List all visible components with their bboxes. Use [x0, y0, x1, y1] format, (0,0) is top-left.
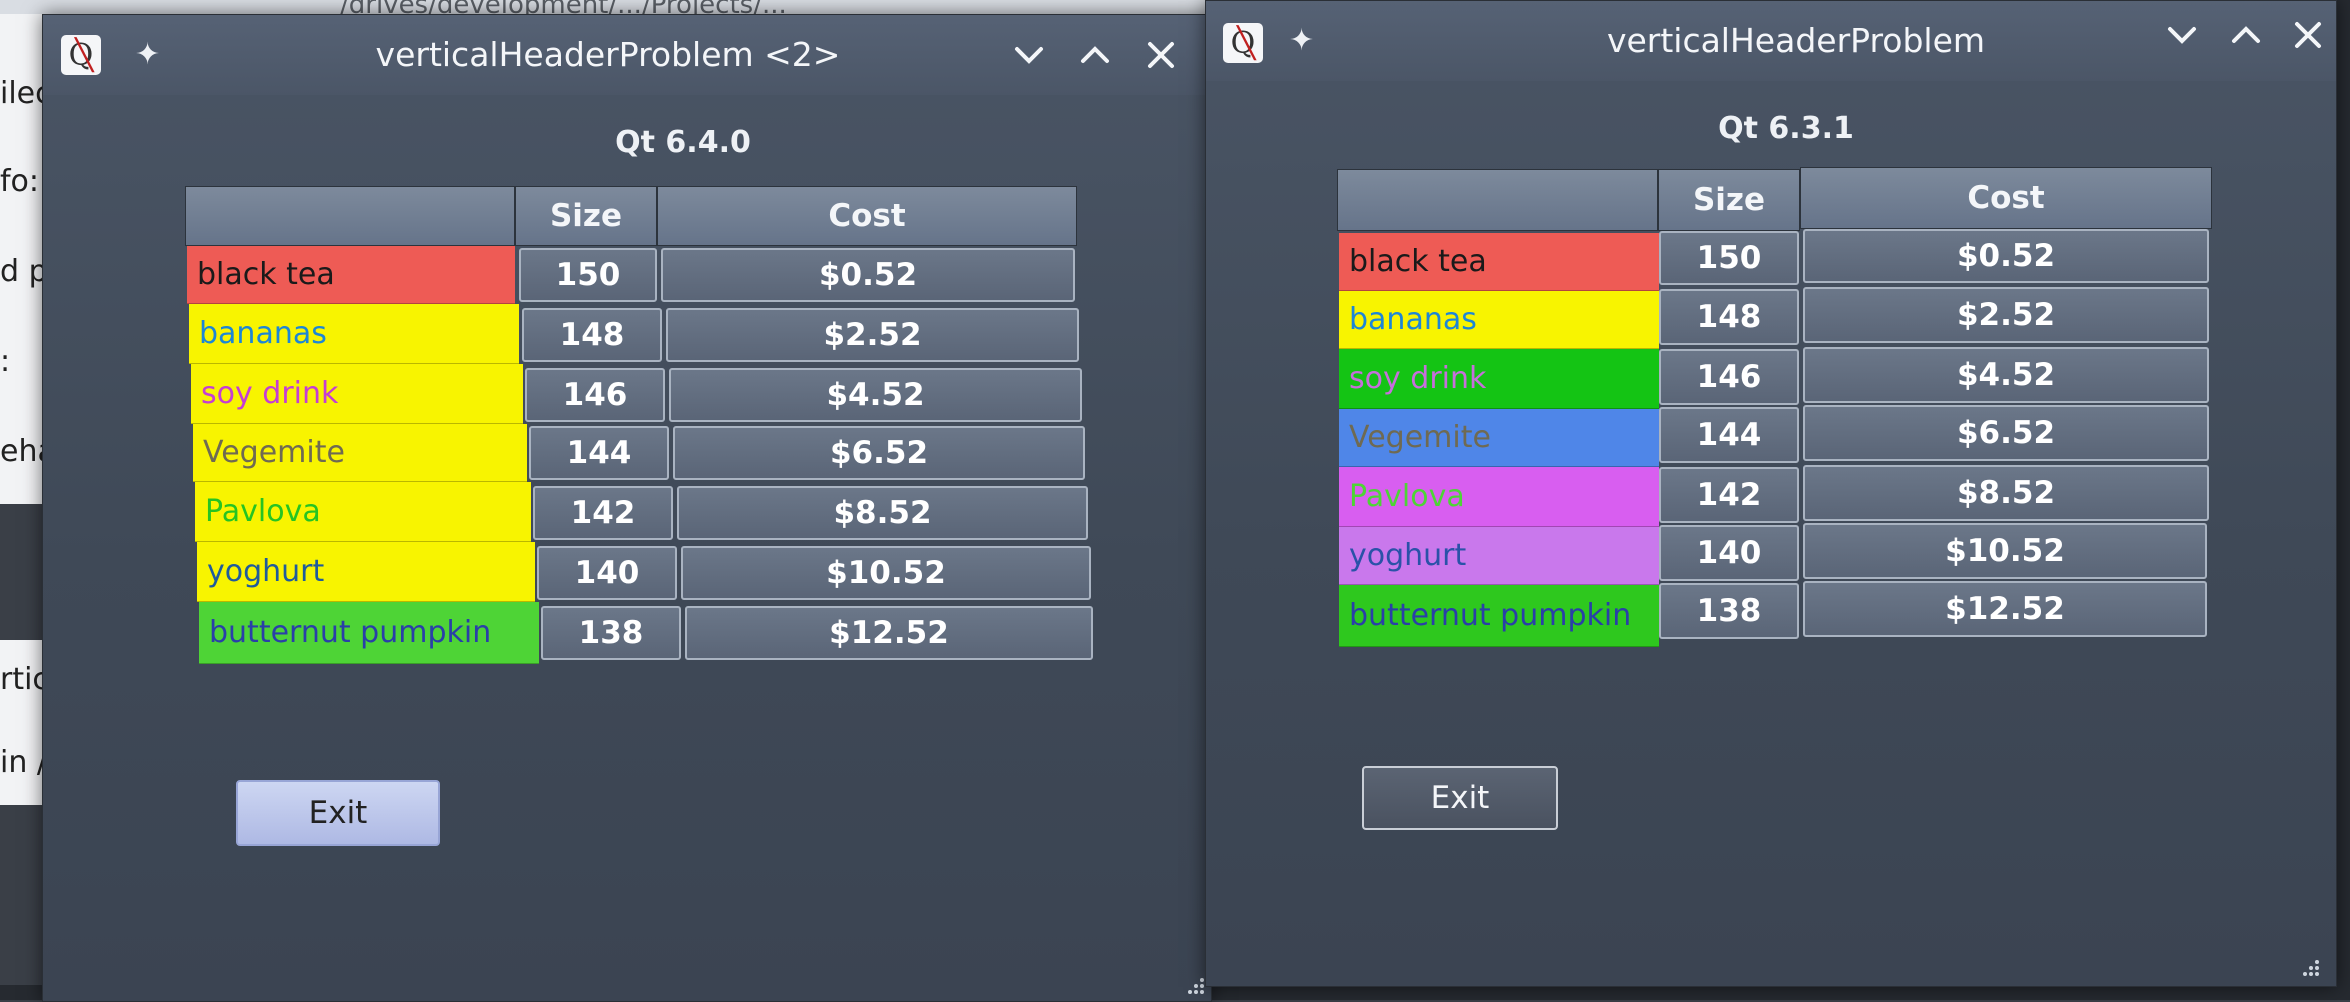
size-cell[interactable]: 146 [1659, 349, 1799, 405]
bg-text-4: : [0, 344, 11, 379]
row-header[interactable]: Vegemite [1339, 409, 1659, 467]
resize-grip-icon[interactable] [1183, 973, 1205, 995]
cost-cell[interactable]: $6.52 [1803, 405, 2209, 461]
cost-cell[interactable]: $12.52 [1803, 581, 2207, 637]
row-header[interactable]: yoghurt [197, 542, 535, 602]
header-cost[interactable]: Cost [1800, 167, 2212, 229]
cost-cell[interactable]: $8.52 [677, 486, 1088, 540]
minimize-icon[interactable] [1009, 35, 1049, 75]
row-header[interactable]: butternut pumpkin [199, 602, 539, 664]
row-header[interactable]: black tea [1339, 233, 1659, 291]
qt-version-label: Qt 6.4.0 [615, 125, 751, 160]
size-cell[interactable]: 142 [533, 486, 673, 540]
table-corner [1337, 169, 1658, 231]
bg-text-2: fo: [0, 164, 40, 199]
cost-cell[interactable]: $4.52 [1803, 347, 2209, 403]
window-title: verticalHeaderProblem <2> [375, 35, 841, 74]
size-cell[interactable]: 150 [519, 248, 657, 302]
row-header[interactable]: Vegemite [193, 424, 527, 482]
close-icon[interactable] [1141, 35, 1181, 75]
maximize-icon[interactable] [1075, 35, 1115, 75]
header-size[interactable]: Size [1658, 169, 1800, 231]
cost-cell[interactable]: $8.52 [1803, 465, 2209, 521]
size-cell[interactable]: 140 [537, 546, 677, 600]
exit-button[interactable]: Exit [236, 780, 440, 846]
size-cell[interactable]: 144 [529, 426, 669, 480]
row-header[interactable]: Pavlova [195, 482, 531, 542]
cost-cell[interactable]: $4.52 [669, 368, 1082, 422]
app-icon[interactable]: Q ╲ [61, 35, 101, 75]
cost-cell[interactable]: $0.52 [1803, 229, 2209, 283]
maximize-icon[interactable] [2226, 15, 2266, 55]
row-header[interactable]: butternut pumpkin [1339, 585, 1659, 647]
pin-icon[interactable]: ✦ [135, 37, 160, 72]
table-corner [185, 186, 515, 246]
header-cost[interactable]: Cost [657, 186, 1077, 246]
row-header[interactable]: soy drink [1339, 349, 1659, 409]
title-bar[interactable]: Q ╲ ✦ verticalHeaderProblem <2> [43, 15, 1211, 95]
size-cell[interactable]: 142 [1659, 467, 1799, 523]
cost-cell[interactable]: $2.52 [666, 308, 1079, 362]
size-cell[interactable]: 144 [1659, 407, 1799, 463]
close-icon[interactable] [2288, 15, 2328, 55]
minimize-icon[interactable] [2162, 15, 2202, 55]
title-bar[interactable]: Q ╲ ✦ verticalHeaderProblem [1206, 1, 2336, 81]
size-cell[interactable]: 150 [1659, 231, 1799, 285]
cost-cell[interactable]: $2.52 [1803, 287, 2209, 343]
window-qt631: Q ╲ ✦ verticalHeaderProblem Qt 6.3.1 Size… [1205, 0, 2337, 987]
cost-cell[interactable]: $10.52 [681, 546, 1091, 600]
row-header[interactable]: bananas [1339, 291, 1659, 349]
window-qt640: Q ╲ ✦ verticalHeaderProblem <2> Qt 6.4.0 … [42, 14, 1212, 1002]
header-size[interactable]: Size [515, 186, 657, 246]
cost-cell[interactable]: $0.52 [661, 248, 1075, 302]
pin-icon[interactable]: ✦ [1289, 23, 1314, 58]
size-cell[interactable]: 140 [1659, 525, 1799, 581]
row-header[interactable]: black tea [187, 246, 515, 304]
size-cell[interactable]: 146 [525, 368, 665, 422]
row-header[interactable]: soy drink [191, 364, 523, 424]
app-icon[interactable]: Q ╲ [1223, 23, 1263, 63]
desktop-edge [2335, 0, 2350, 1000]
exit-button[interactable]: Exit [1362, 766, 1558, 830]
row-header[interactable]: yoghurt [1339, 527, 1659, 585]
resize-grip-icon[interactable] [2298, 955, 2320, 977]
row-header[interactable]: Pavlova [1339, 467, 1659, 527]
cost-cell[interactable]: $12.52 [685, 606, 1093, 660]
window-title: verticalHeaderProblem [1606, 21, 1986, 60]
cost-cell[interactable]: $10.52 [1803, 523, 2207, 579]
row-header[interactable]: bananas [189, 304, 519, 364]
size-cell[interactable]: 148 [522, 308, 662, 362]
size-cell[interactable]: 148 [1659, 289, 1799, 345]
size-cell[interactable]: 138 [541, 606, 681, 660]
size-cell[interactable]: 138 [1659, 583, 1799, 639]
qt-version-label: Qt 6.3.1 [1718, 111, 1854, 146]
cost-cell[interactable]: $6.52 [673, 426, 1085, 480]
